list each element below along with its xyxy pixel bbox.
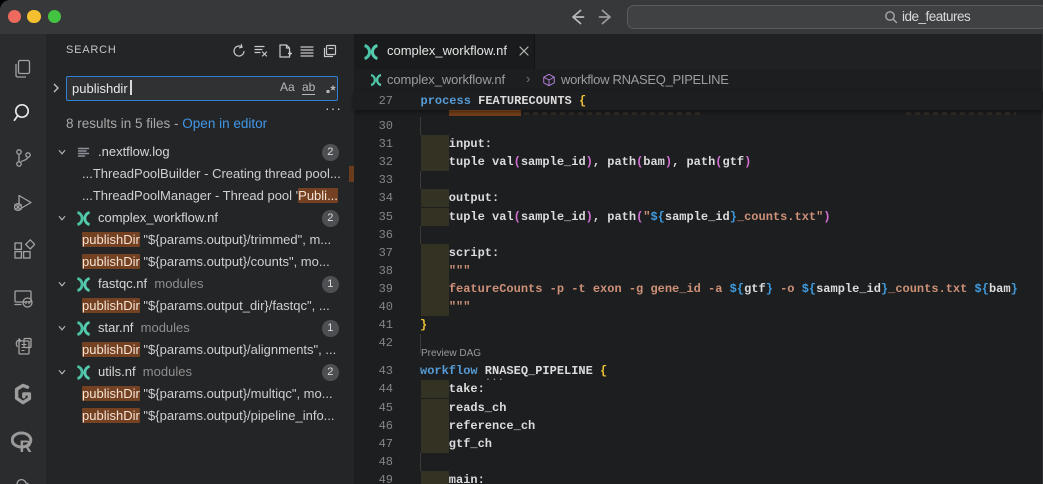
svg-text:*: * [331, 83, 337, 96]
svg-text:R: R [20, 437, 32, 455]
